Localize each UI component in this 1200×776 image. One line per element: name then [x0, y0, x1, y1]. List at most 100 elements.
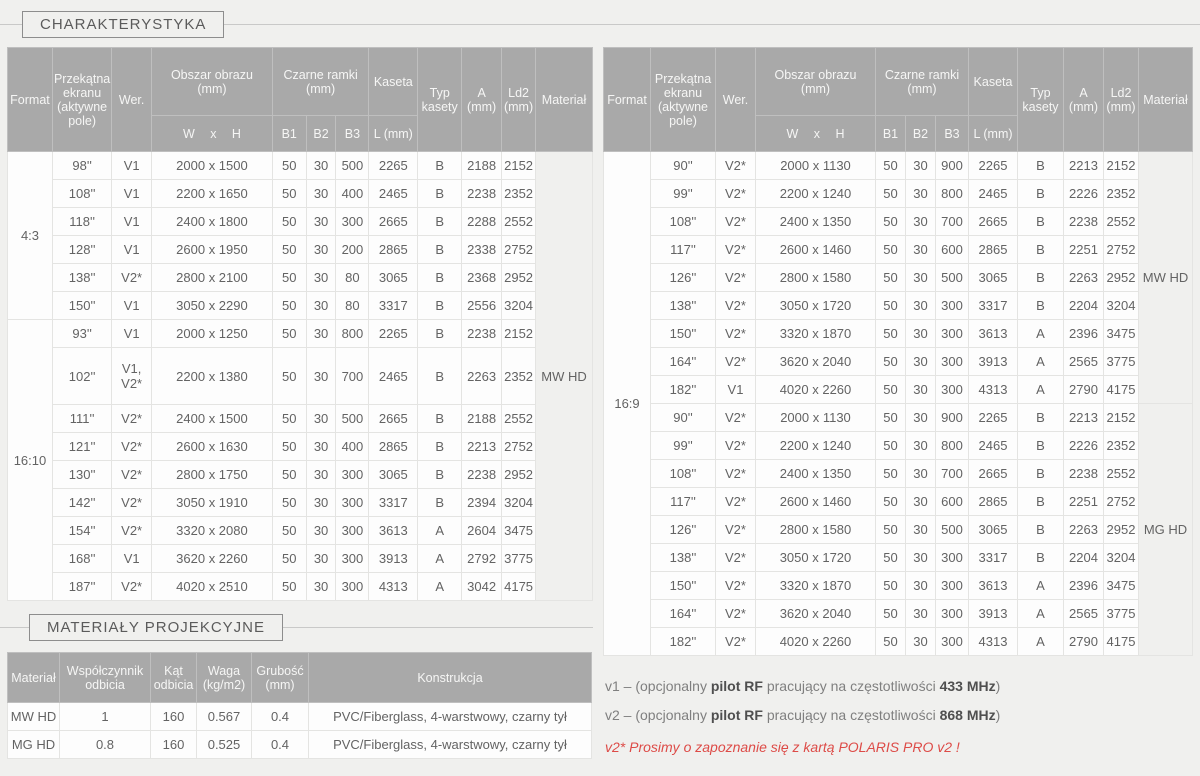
spec-cell: B [418, 292, 462, 320]
materials-cell: 0.525 [197, 731, 252, 759]
spec-cell: 50 [876, 572, 906, 600]
spec-cell: B [418, 180, 462, 208]
spec-cell: 3613 [369, 517, 418, 545]
spec-cell: 80 [336, 292, 369, 320]
spec-cell: 2352 [1104, 180, 1139, 208]
spec-cell: 3317 [369, 292, 418, 320]
spec-cell: 2752 [1104, 488, 1139, 516]
spec-cell: 2213 [1064, 404, 1104, 432]
footnote-text: pracujący na częstotliwości [763, 707, 940, 723]
spec-cell: 50 [272, 208, 306, 236]
table-row: 108''V2*2400 x 135050307002665B22382552 [604, 460, 1193, 488]
spec-cell: B [1018, 180, 1064, 208]
spec-cell: 300 [936, 628, 969, 656]
spec-cell: 90'' [651, 152, 716, 180]
header-cell: Przekątna ekranu (aktywne pole) [52, 48, 111, 152]
material-cell: MG HD [1139, 404, 1193, 656]
spec-cell: 2213 [462, 433, 502, 461]
spec-cell: B [1018, 208, 1064, 236]
spec-cell: 30 [306, 489, 336, 517]
spec-cell: 117'' [651, 236, 716, 264]
spec-cell: A [418, 573, 462, 601]
spec-cell: 300 [336, 517, 369, 545]
spec-cell: 2200 x 1240 [756, 180, 876, 208]
spec-cell: 2465 [969, 432, 1018, 460]
spec-cell: 30 [906, 208, 936, 236]
spec-cell: 50 [272, 461, 306, 489]
spec-cell: B [418, 320, 462, 348]
header-cell: Kaseta [969, 48, 1018, 116]
table-row: 111''V2*2400 x 150050305002665B21882552 [8, 405, 593, 433]
table-row: 117''V2*2600 x 146050306002865B22512752 [604, 236, 1193, 264]
spec-cell: 2265 [369, 320, 418, 348]
header-cell: Obszar obrazu (mm) [756, 48, 876, 116]
header-cell: Materiał [536, 48, 593, 152]
spec-cell: 500 [936, 264, 969, 292]
spec-cell: 2865 [969, 236, 1018, 264]
table-row: 99''V2*2200 x 124050308002465B22262352 [604, 432, 1193, 460]
spec-cell: 2800 x 1580 [756, 264, 876, 292]
spec-cell: 3775 [1104, 600, 1139, 628]
spec-cell: 2188 [462, 152, 502, 180]
spec-cell: 50 [876, 152, 906, 180]
spec-cell: 30 [906, 376, 936, 404]
spec-cell: 800 [936, 432, 969, 460]
table-row: 126''V2*2800 x 158050305003065B22632952 [604, 264, 1193, 292]
spec-cell: 50 [876, 460, 906, 488]
materials-cell: 0.567 [197, 703, 252, 731]
spec-cell: 300 [936, 348, 969, 376]
spec-cell: 2352 [502, 180, 536, 208]
table-row: 150''V2*3320 x 187050303003613A23963475 [604, 572, 1193, 600]
header-cell: Ld2 (mm) [1104, 48, 1139, 152]
spec-cell: V1 [112, 292, 152, 320]
table-row: 102''V1, V2*2200 x 138050307002465B22632… [8, 348, 593, 405]
spec-cell: V2* [716, 460, 756, 488]
spec-cell: 2396 [1064, 320, 1104, 348]
spec-cell: 50 [876, 348, 906, 376]
spec-cell: 700 [936, 460, 969, 488]
spec-cell: B [1018, 544, 1064, 572]
spec-cell: 500 [936, 516, 969, 544]
header-cell: Kaseta [369, 48, 418, 116]
spec-cell: 2338 [462, 236, 502, 264]
spec-cell: 2665 [969, 208, 1018, 236]
spec-cell: 50 [876, 516, 906, 544]
material-cell: MW HD [1139, 152, 1193, 404]
spec-cell: V2* [716, 180, 756, 208]
spec-cell: V1 [112, 208, 152, 236]
spec-cell: 30 [906, 320, 936, 348]
spec-cell: 3317 [369, 489, 418, 517]
spec-cell: V2* [716, 320, 756, 348]
spec-cell: 50 [272, 573, 306, 601]
spec-cell: 2394 [462, 489, 502, 517]
spec-cell: 3050 x 1720 [756, 292, 876, 320]
spec-cell: 2200 x 1240 [756, 432, 876, 460]
spec-cell: 30 [306, 348, 336, 405]
spec-cell: 126'' [651, 516, 716, 544]
spec-cell: 93'' [52, 320, 111, 348]
spec-cell: V2* [112, 461, 152, 489]
spec-cell: 30 [306, 517, 336, 545]
table-row: 117''V2*2600 x 146050306002865B22512752 [604, 488, 1193, 516]
header-cell: Ld2 (mm) [502, 48, 536, 152]
right-column: FormatPrzekątna ekranu (aktywne pole)Wer… [603, 47, 1193, 768]
table-row: 138''V2*3050 x 172050303003317B22043204 [604, 292, 1193, 320]
header-cell: B2 [906, 116, 936, 152]
content-columns: FormatPrzekątna ekranu (aktywne pole)Wer… [0, 47, 1200, 768]
spec-cell: 2188 [462, 405, 502, 433]
footnote-text: pracujący na częstotliwości [763, 678, 940, 694]
spec-cell: 2665 [369, 208, 418, 236]
spec-cell: 2665 [369, 405, 418, 433]
table-row: 187''V2*4020 x 251050303004313A30424175 [8, 573, 593, 601]
spec-cell: V1 [112, 320, 152, 348]
spec-cell: 111'' [52, 405, 111, 433]
spec-cell: 3320 x 2080 [152, 517, 273, 545]
spec-cell: 2263 [1064, 516, 1104, 544]
spec-table-left: FormatPrzekątna ekranu (aktywne pole)Wer… [7, 47, 593, 601]
spec-cell: 50 [272, 433, 306, 461]
format-cell: 16:10 [8, 320, 53, 601]
spec-cell: 164'' [651, 348, 716, 376]
spec-cell: 30 [906, 516, 936, 544]
footnotes: v1 – (opcjonalny pilot RF pracujący na c… [605, 678, 1193, 755]
spec-cell: 50 [876, 264, 906, 292]
